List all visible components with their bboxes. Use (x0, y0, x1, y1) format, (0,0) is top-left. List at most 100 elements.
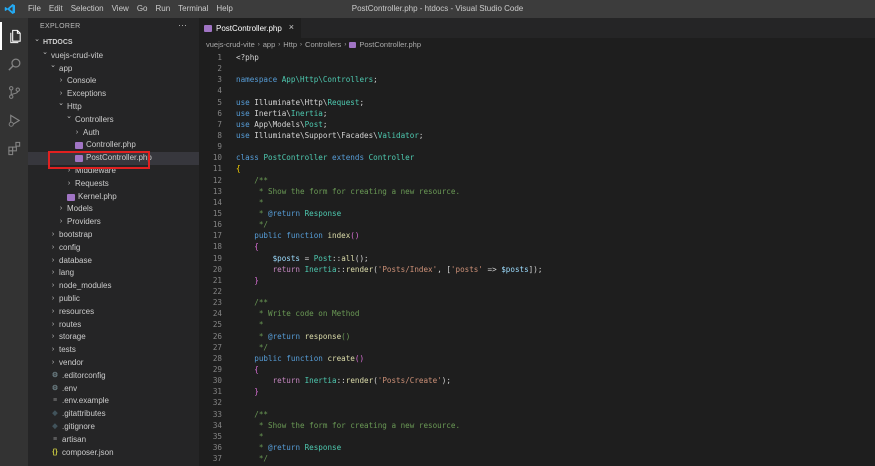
menu-file[interactable]: File (24, 0, 45, 18)
chevron-right-icon[interactable]: › (49, 319, 57, 332)
chevron-right-icon[interactable]: › (73, 127, 81, 140)
breadcrumb-item[interactable]: app (263, 40, 276, 49)
search-icon[interactable] (0, 50, 28, 78)
code-token: { (236, 242, 259, 252)
chevron-right-icon[interactable]: › (49, 242, 57, 255)
code-line: 32 (199, 397, 875, 408)
editor-area: PostController.php × vuejs-crud-vite › app… (199, 18, 875, 466)
tree-folder-bootstrap[interactable]: › bootstrap (28, 229, 199, 242)
tree-item-label: .editorconfig (62, 370, 106, 380)
chevron-right-icon[interactable]: › (49, 293, 57, 306)
tree-folder-providers[interactable]: › Providers (28, 216, 199, 229)
chevron-right-icon[interactable]: › (57, 75, 65, 88)
tree-file-editorconfig[interactable]: ⚙ .editorconfig (28, 370, 199, 383)
chevron-down-icon[interactable]: ⌄ (33, 34, 41, 47)
more-actions-icon[interactable]: ··· (178, 20, 187, 30)
tree-folder-storage[interactable]: › storage (28, 331, 199, 344)
tree-folder-auth[interactable]: › Auth (28, 127, 199, 140)
tree-file-env-example[interactable]: ≡ .env.example (28, 395, 199, 408)
chevron-down-icon[interactable]: ⌄ (65, 111, 73, 124)
code-line: 29 { (199, 364, 875, 375)
code-text: use Inertia\Inertia; (236, 108, 327, 119)
tree-folder-node-modules[interactable]: › node_modules (28, 280, 199, 293)
breadcrumb-item[interactable]: Controllers (305, 40, 341, 49)
tree-item-label: .env (62, 383, 78, 393)
chevron-right-icon[interactable]: › (49, 331, 57, 344)
menu-bar: File Edit Selection View Go Run Terminal Help (24, 0, 237, 18)
code-token: ]); (528, 264, 543, 274)
breadcrumb-item[interactable]: PostController.php (359, 40, 421, 49)
tree-file-gitignore[interactable]: ◆ .gitignore (28, 421, 199, 434)
menu-edit[interactable]: Edit (45, 0, 67, 18)
source-control-icon[interactable] (0, 78, 28, 106)
tree-file-controller-php[interactable]: Controller.php (28, 139, 199, 152)
chevron-right-icon[interactable]: › (65, 178, 73, 191)
code-token: /** (236, 175, 269, 185)
chevron-right-icon[interactable]: › (49, 306, 57, 319)
tree-folder-routes[interactable]: › routes (28, 319, 199, 332)
chevron-right-icon[interactable]: › (49, 357, 57, 370)
chevron-down-icon[interactable]: ⌄ (41, 47, 49, 60)
tree-folder-database[interactable]: › database (28, 255, 199, 268)
tree-folder-app[interactable]: ⌄ app (28, 60, 199, 76)
tree-item-label: Middleware (75, 165, 116, 175)
breadcrumb-item[interactable]: Http (283, 40, 297, 49)
tree-folder-lang[interactable]: › lang (28, 267, 199, 280)
workspace-root-htdocs[interactable]: ⌄ HTDOCS (28, 34, 199, 50)
code-token: use (236, 130, 255, 140)
tree-folder-public[interactable]: › public (28, 293, 199, 306)
code-token: Validator (377, 130, 419, 140)
tree-folder-console[interactable]: › Console (28, 75, 199, 88)
tree-folder-http[interactable]: ⌄ Http (28, 98, 199, 114)
code-token: @return (268, 331, 305, 341)
tree-folder-controllers[interactable]: ⌄ Controllers (28, 111, 199, 127)
tree-folder-tests[interactable]: › tests (28, 344, 199, 357)
tree-folder-requests[interactable]: › Requests (28, 178, 199, 191)
chevron-right-icon[interactable]: › (65, 165, 73, 178)
menu-go[interactable]: Go (133, 0, 152, 18)
tree-file-postcontroller-php[interactable]: PostController.php (28, 152, 199, 165)
close-icon[interactable]: × (289, 22, 294, 32)
breadcrumb-item[interactable]: vuejs-crud-vite (206, 40, 255, 49)
tab-postcontroller[interactable]: PostController.php × (199, 18, 301, 38)
tree-file-composer-json[interactable]: {} composer.json (28, 447, 199, 460)
code-token: = (304, 253, 314, 263)
tree-item-label: .gitignore (62, 421, 95, 431)
code-line: 11 { (199, 163, 875, 174)
code-token: App\Http\Controllers (281, 75, 374, 85)
chevron-right-icon[interactable]: › (49, 229, 57, 242)
menu-terminal[interactable]: Terminal (174, 0, 212, 18)
chevron-right-icon[interactable]: › (57, 216, 65, 229)
menu-view[interactable]: View (108, 0, 133, 18)
tree-file-env[interactable]: ⚙ .env (28, 383, 199, 396)
chevron-down-icon[interactable]: ⌄ (49, 60, 57, 73)
menu-run[interactable]: Run (151, 0, 174, 18)
tree-folder-vendor[interactable]: › vendor (28, 357, 199, 370)
files-icon[interactable] (0, 22, 28, 50)
chevron-down-icon[interactable]: ⌄ (57, 98, 65, 111)
tree-folder-config[interactable]: › config (28, 242, 199, 255)
menu-help[interactable]: Help (212, 0, 236, 18)
chevron-right-icon[interactable]: › (49, 267, 57, 280)
run-debug-icon[interactable] (0, 106, 28, 134)
chevron-right-icon[interactable]: › (57, 203, 65, 216)
menu-selection[interactable]: Selection (67, 0, 108, 18)
tree-folder-models[interactable]: › Models (28, 203, 199, 216)
tree-item-label: Exceptions (67, 89, 107, 99)
tree-folder-resources[interactable]: › resources (28, 306, 199, 319)
tree-folder-exceptions[interactable]: › Exceptions (28, 88, 199, 101)
chevron-right-icon[interactable]: › (49, 255, 57, 268)
tree-file-artisan[interactable]: ≡ artisan (28, 434, 199, 447)
vscode-logo-icon[interactable] (4, 3, 16, 15)
chevron-right-icon[interactable]: › (49, 344, 57, 357)
line-number: 34 (212, 420, 222, 430)
extensions-icon[interactable] (0, 134, 28, 162)
tree-file-kernel-php[interactable]: Kernel.php (28, 191, 199, 204)
tree-file-gitattributes[interactable]: ◆ .gitattributes (28, 408, 199, 421)
code-editor[interactable]: 1 <?php 2 3 namespace App\Http\Controllers; 4… (199, 52, 875, 464)
line-number: 24 (212, 309, 222, 319)
tree-item-label: Models (67, 204, 93, 214)
chevron-right-icon[interactable]: › (49, 280, 57, 293)
code-line: 7 use App\Models\Post; (199, 119, 875, 130)
tree-folder-middleware[interactable]: › Middleware (28, 165, 199, 178)
